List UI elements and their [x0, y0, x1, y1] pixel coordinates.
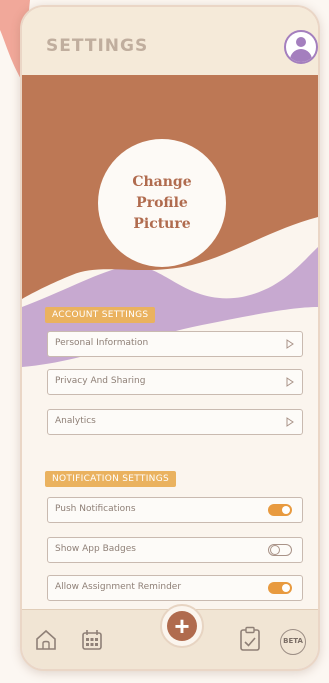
notification-item-label: Show App Badges — [55, 544, 136, 554]
chevron-right-icon — [286, 377, 294, 387]
account-item-privacy-and-sharing[interactable]: Privacy And Sharing — [47, 369, 303, 395]
notification-item-label: Allow Assignment Reminder — [55, 582, 182, 592]
change-profile-picture-button[interactable]: Change Profile Picture — [98, 139, 226, 267]
user-icon[interactable] — [284, 30, 318, 64]
beta-badge[interactable]: BETA — [280, 629, 306, 655]
account-settings-label: ACCOUNT SETTINGS — [45, 307, 156, 323]
account-item-label: Personal Information — [55, 338, 149, 348]
home-icon[interactable] — [34, 628, 58, 652]
notification-item-push-notifications: Push Notifications — [47, 497, 303, 523]
notification-item-show-app-badges: Show App Badges — [47, 537, 303, 563]
avatar-body — [290, 49, 312, 62]
account-item-label: Analytics — [55, 416, 96, 426]
avatar-head — [296, 37, 306, 47]
change-profile-picture-label: Change Profile Picture — [132, 173, 192, 232]
notification-item-label: Push Notifications — [55, 504, 136, 514]
chevron-right-icon — [286, 417, 294, 427]
toggle-knob — [282, 584, 290, 592]
calendar-icon[interactable] — [80, 628, 104, 652]
page-title: SETTINGS — [46, 36, 149, 56]
account-item-analytics[interactable]: Analytics — [47, 409, 303, 435]
notification-settings-label: NOTIFICATION SETTINGS — [45, 471, 176, 487]
phone-frame: SETTINGS Change Profile Picture ACCOUNT … — [20, 5, 320, 671]
header: SETTINGS — [22, 7, 318, 75]
show-app-badges-toggle[interactable] — [268, 544, 292, 556]
toggle-knob — [282, 506, 290, 514]
push-notifications-toggle[interactable] — [268, 504, 292, 516]
add-button[interactable]: + — [160, 604, 204, 648]
account-item-label: Privacy And Sharing — [55, 376, 146, 386]
toggle-knob — [270, 545, 280, 555]
plus-icon: + — [167, 611, 197, 641]
account-item-personal-information[interactable]: Personal Information — [47, 331, 303, 357]
clipboard-icon[interactable] — [238, 626, 262, 652]
notification-item-allow-assignment-reminder: Allow Assignment Reminder — [47, 575, 303, 601]
allow-assignment-reminder-toggle[interactable] — [268, 582, 292, 594]
chevron-right-icon — [286, 339, 294, 349]
